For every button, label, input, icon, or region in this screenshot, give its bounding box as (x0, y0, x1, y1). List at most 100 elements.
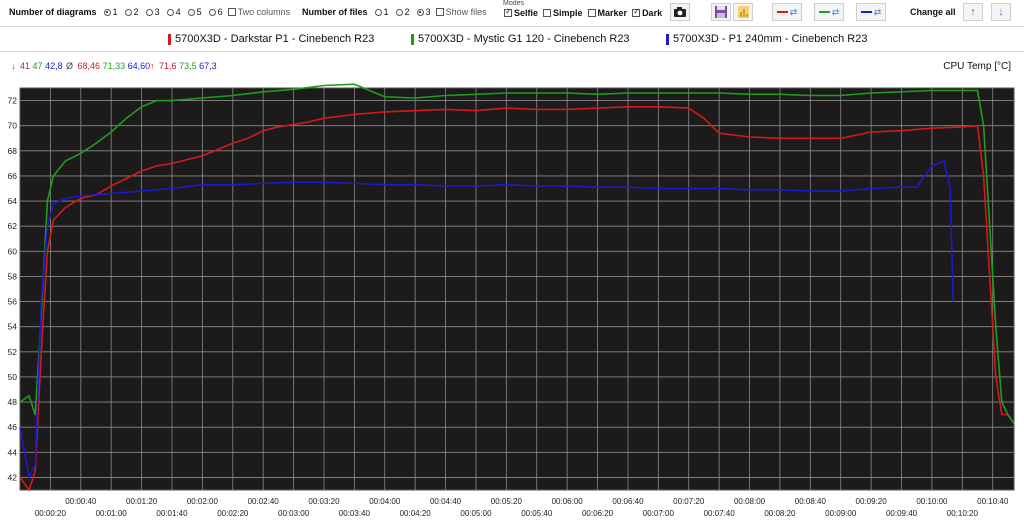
export-chart-button[interactable] (733, 3, 753, 21)
camera-icon (674, 7, 686, 17)
files-group: Number of files 1 2 3 Show files (302, 7, 487, 17)
stat-avg-red: 68,46 (77, 61, 101, 71)
diagrams-radio-2[interactable] (124, 8, 132, 16)
save-button[interactable] (711, 3, 731, 21)
diagrams-option-4: 4 (175, 7, 181, 17)
x-tick-label: 00:09:20 (856, 497, 888, 506)
x-tick-label: 00:06:00 (552, 497, 584, 506)
diagrams-option-5: 5 (196, 7, 202, 17)
diagrams-label: Number of diagrams (9, 7, 97, 17)
y-tick-label: 68 (8, 146, 18, 156)
files-radio-1[interactable] (374, 8, 382, 16)
x-tick-label: 00:10:40 (977, 497, 1009, 506)
y-tick-label: 62 (8, 221, 18, 231)
toolbar: Number of diagrams 1 2 3 4 5 6 Two colum… (0, 0, 1024, 26)
move-up-button[interactable]: ↑ (963, 3, 983, 21)
y-tick-label: 52 (8, 347, 18, 357)
y-tick-label: 70 (8, 121, 18, 131)
legend-swatch-green (411, 33, 414, 45)
x-tick-label: 00:01:40 (156, 509, 188, 518)
x-tick-label: 00:04:20 (400, 509, 432, 518)
y-tick-label: 42 (8, 472, 18, 482)
x-tick-label: 00:07:00 (643, 509, 675, 518)
x-tick-label: 00:08:00 (734, 497, 766, 506)
two-columns-label: Two columns (237, 7, 291, 17)
x-tick-label: 00:02:40 (248, 497, 280, 506)
green-line-icon (818, 11, 830, 13)
y-tick-label: 64 (8, 196, 18, 206)
diagrams-radio-3[interactable] (145, 8, 153, 16)
y-tick-label: 60 (8, 246, 18, 256)
legend-label: 5700X3D - Darkstar P1 - Cinebench R23 (175, 33, 375, 45)
swap-icon: ⇄ (873, 6, 882, 17)
blue-line-icon (860, 11, 872, 13)
files-radio-2[interactable] (395, 8, 403, 16)
chart-file-icon (737, 6, 749, 18)
selfie-label: Selfie (514, 8, 539, 18)
x-tick-label: 00:02:00 (187, 497, 219, 506)
legend-item-p1-240[interactable]: 5700X3D - P1 240mm - Cinebench R23 (666, 33, 867, 45)
selfie-checkbox[interactable] (504, 7, 512, 17)
x-tick-label: 00:07:20 (673, 497, 705, 506)
stat-max-blue: 67,3 (199, 61, 217, 71)
green-series-button[interactable]: ⇄ (814, 3, 844, 21)
x-tick-label: 00:06:40 (612, 497, 644, 506)
show-files-label: Show files (445, 7, 487, 17)
x-tick-label: 00:05:00 (460, 509, 492, 518)
two-columns-checkbox[interactable] (227, 8, 236, 16)
unit-label: CPU Temp [°C] (943, 61, 1011, 72)
x-tick-label: 00:09:40 (886, 509, 918, 518)
x-tick-label: 00:08:20 (764, 509, 796, 518)
x-tick-label: 00:00:20 (35, 509, 67, 518)
modes-group: Selfie Simple Marker Dark (499, 7, 663, 18)
marker-checkbox[interactable] (587, 9, 596, 17)
show-files-checkbox[interactable] (435, 8, 444, 16)
stats-row: ↓ 41 47 42,8 Ø 68,46 71,33 64,60 ↑ 71,6 … (0, 52, 1024, 76)
legend: 5700X3D - Darkstar P1 - Cinebench R23 57… (0, 26, 1024, 52)
y-tick-label: 72 (8, 96, 18, 106)
marker-label: Marker (597, 8, 628, 18)
files-radio-3[interactable] (416, 8, 424, 16)
simple-checkbox[interactable] (543, 9, 552, 17)
screenshot-button[interactable] (670, 3, 690, 21)
legend-label: 5700X3D - P1 240mm - Cinebench R23 (673, 33, 868, 45)
x-tick-label: 00:04:00 (369, 497, 401, 506)
y-tick-label: 54 (8, 322, 18, 332)
files-label: Number of files (302, 7, 368, 17)
diagrams-radio-4[interactable] (166, 8, 174, 16)
x-tick-label: 00:06:20 (582, 509, 614, 518)
legend-swatch-red (168, 33, 171, 45)
legend-item-mystic[interactable]: 5700X3D - Mystic G1 120 - Cinebench R23 (411, 33, 630, 45)
dark-label: Dark (642, 8, 663, 18)
floppy-disk-icon (715, 6, 727, 18)
plot-area (19, 87, 1015, 491)
temperature-chart[interactable]: 42 44 46 48 50 52 54 56 58 60 62 64 66 68 70 72 00:00:20… (0, 76, 1024, 522)
change-all-group: Change all (910, 7, 956, 17)
x-tick-label: 00:03:00 (278, 509, 310, 518)
y-tick-label: 56 (8, 297, 18, 307)
x-tick-label: 00:10:00 (916, 497, 948, 506)
stat-min-blue: 42,8 (45, 61, 63, 71)
diagrams-radio-5[interactable] (187, 8, 195, 16)
blue-series-button[interactable]: ⇄ (856, 3, 886, 21)
diagrams-option-3: 3 (154, 7, 160, 17)
stat-max-green: 73,5 (179, 61, 197, 71)
swap-icon: ⇄ (831, 6, 840, 17)
stat-avg: Ø 68,46 71,33 64,60 (66, 61, 150, 71)
arrow-up-icon: ↑ (970, 5, 976, 18)
move-down-button[interactable]: ↓ (991, 3, 1011, 21)
legend-item-darkstar[interactable]: 5700X3D - Darkstar P1 - Cinebench R23 (168, 33, 374, 45)
diagrams-radio-6[interactable] (208, 8, 216, 16)
x-tick-label: 00:03:40 (339, 509, 371, 518)
x-tick-label: 00:01:00 (96, 509, 128, 518)
diagrams-group: Number of diagrams 1 2 3 4 5 6 Two colum… (9, 7, 290, 17)
min-arrow-icon: ↓ (11, 61, 16, 71)
change-all-label: Change all (910, 7, 956, 17)
x-tick-label: 00:10:20 (947, 509, 979, 518)
red-series-button[interactable]: ⇄ (772, 3, 802, 21)
x-tick-label: 00:09:00 (825, 509, 857, 518)
dark-checkbox[interactable] (632, 7, 641, 17)
diagrams-radio-1[interactable] (103, 8, 111, 16)
diagrams-option-2: 2 (133, 7, 139, 17)
files-option-2: 2 (404, 7, 410, 17)
